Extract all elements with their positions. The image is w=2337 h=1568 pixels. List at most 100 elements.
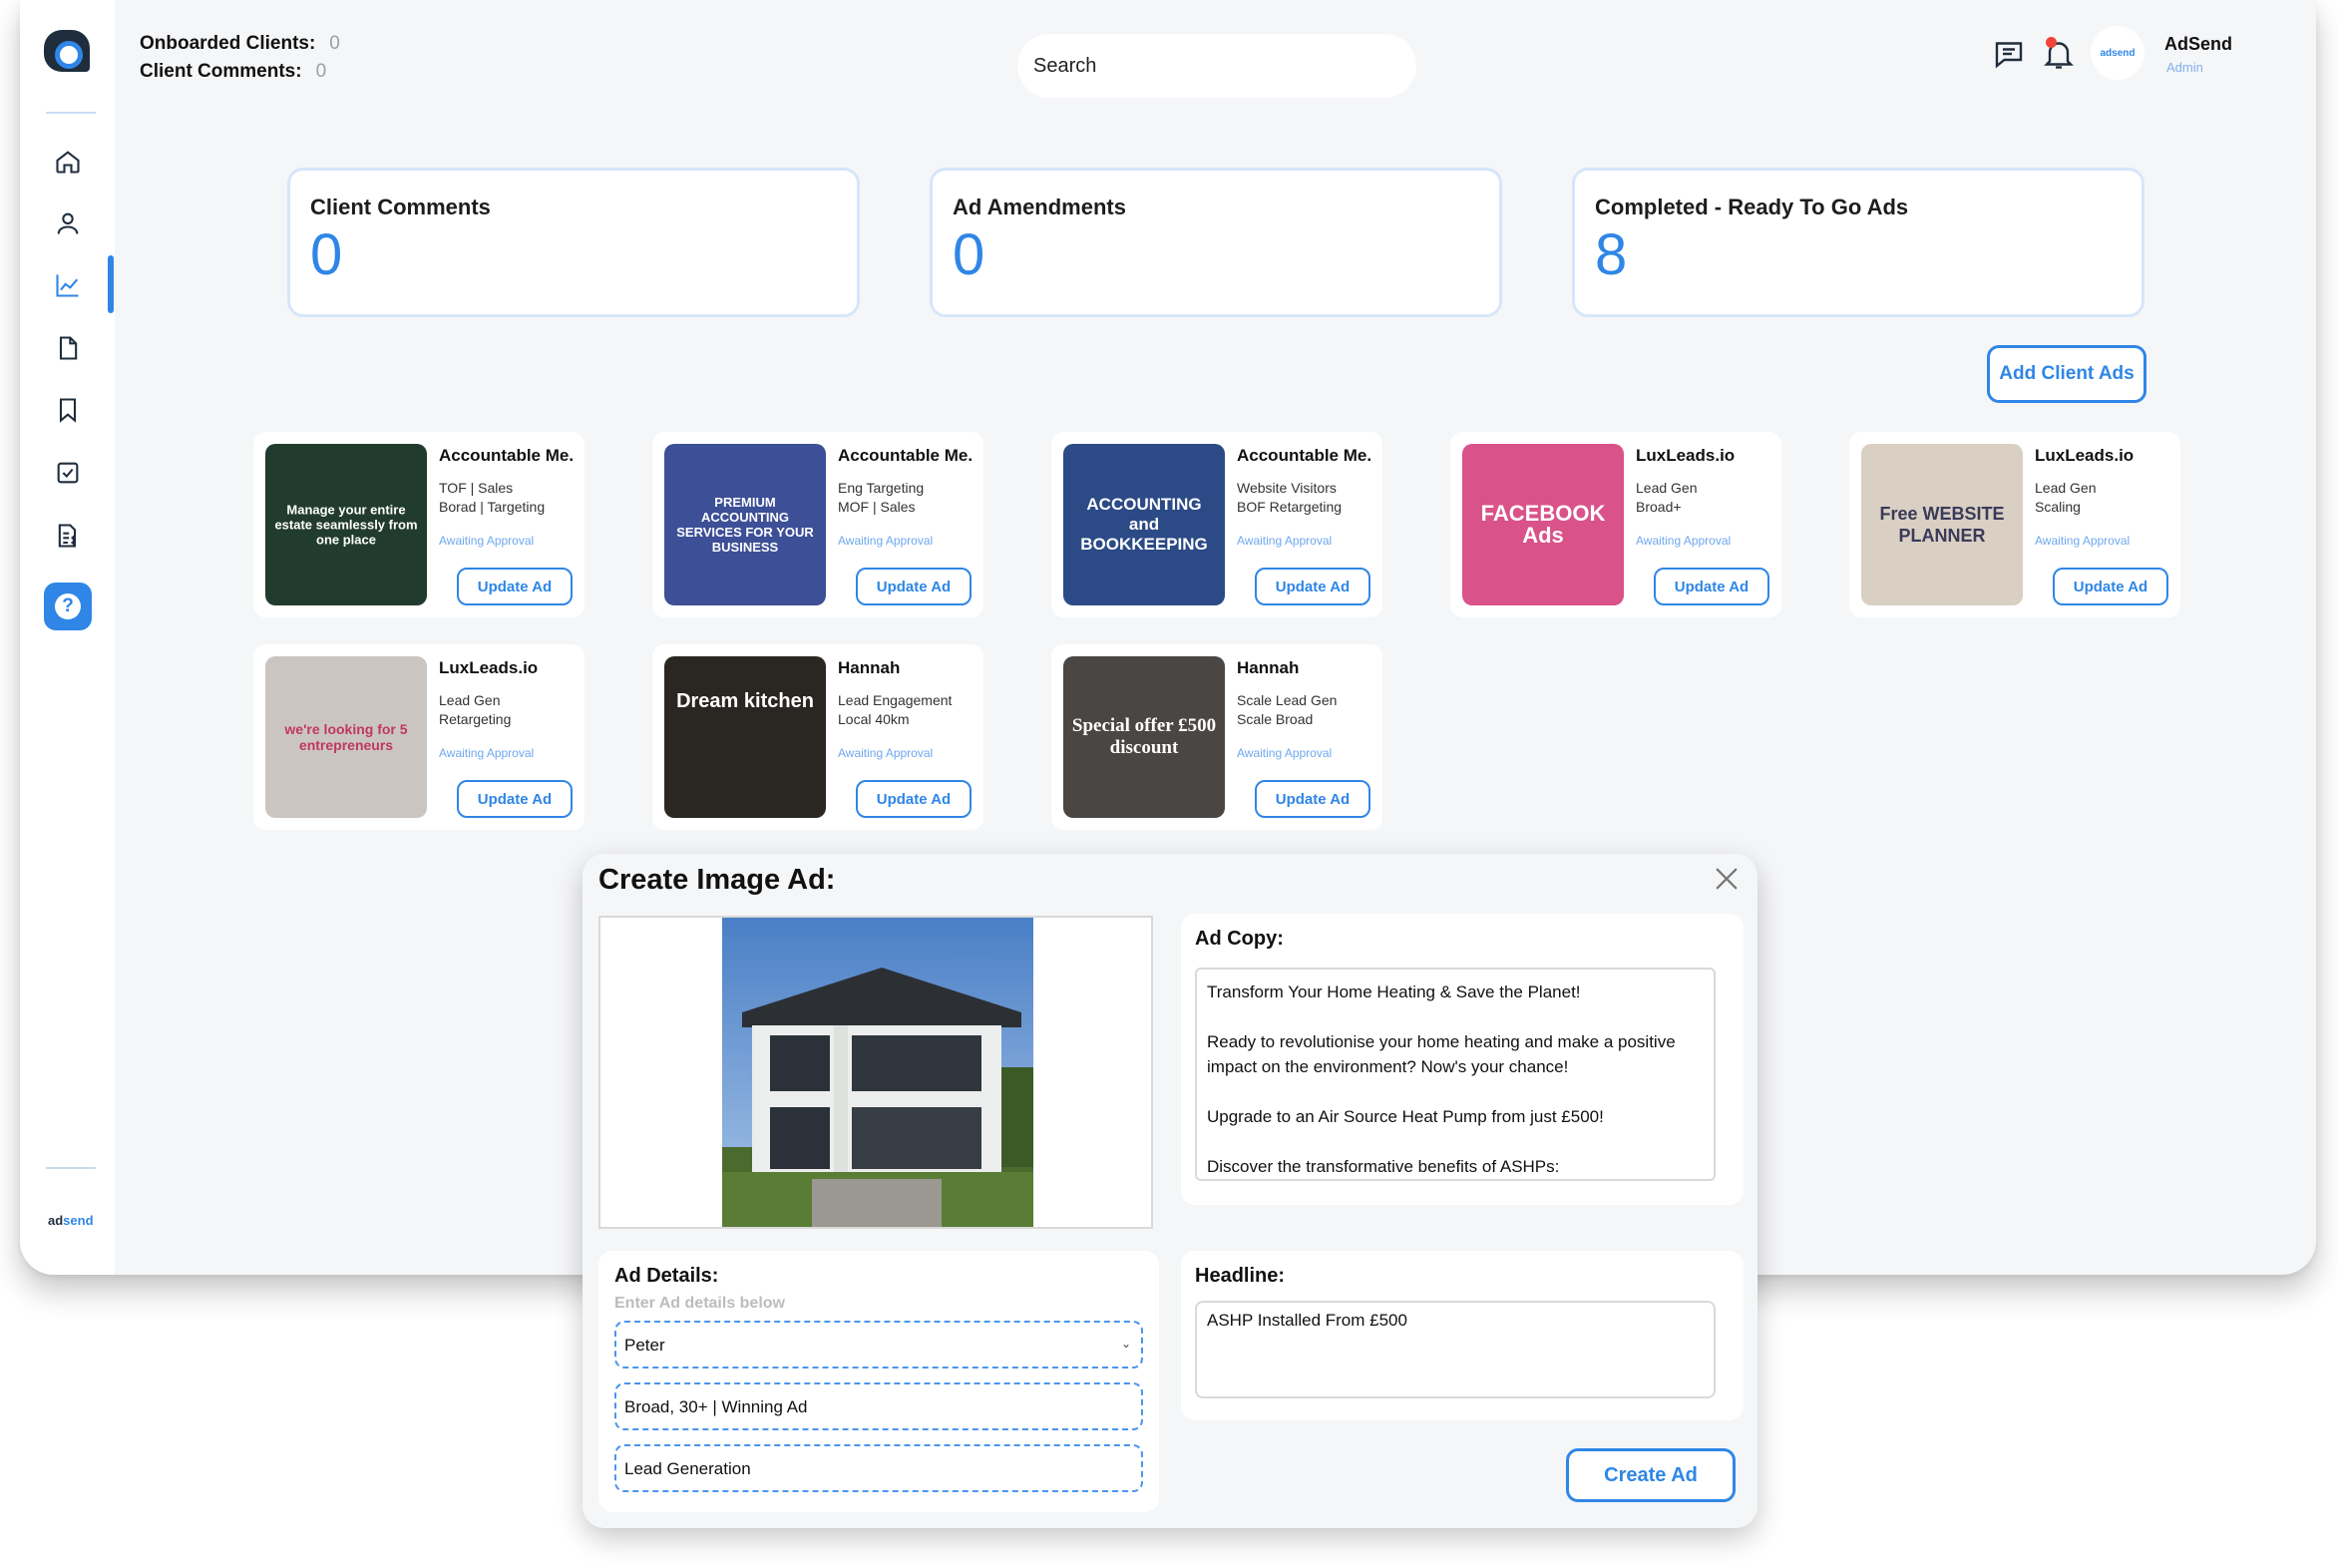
update-ad-button[interactable]: Update Ad (1654, 568, 1769, 605)
avatar[interactable]: adsend (2091, 26, 2144, 80)
onboarded-label: Onboarded Clients: (140, 33, 316, 54)
chevron-down-icon: ⌄ (1120, 1337, 1131, 1351)
user-name: AdSend (2164, 34, 2233, 54)
checkbox-icon[interactable] (48, 453, 88, 493)
ad-targeting-line: Broad+ (1636, 499, 1682, 515)
brand-prefix: ad (48, 1213, 64, 1228)
home-icon[interactable] (48, 142, 88, 182)
headline-panel: Headline: ASHP Installed From £500 (1181, 1251, 1744, 1420)
sidebar-divider (46, 1167, 96, 1169)
ad-targeting-line: Scaling (2035, 499, 2081, 515)
headline-input[interactable]: ASHP Installed From £500 (1195, 1301, 1716, 1398)
sidebar-brand: adsend (48, 1213, 94, 1228)
ad-client-name: LuxLeads.io (439, 658, 539, 677)
ad-targeting-line: Lead Gen (439, 692, 501, 708)
sidebar: ? adsend (20, 0, 115, 1275)
client-comments-stat: Client Comments: 0 (140, 58, 340, 86)
create-ad-button[interactable]: Create Ad (1566, 1448, 1736, 1502)
ad-status: Awaiting Approval (1237, 534, 1333, 548)
modal-title: Create Image Ad: (598, 864, 836, 896)
ad-client-name: Hannah (1237, 658, 1300, 677)
update-ad-button[interactable]: Update Ad (856, 780, 972, 818)
ad-status: Awaiting Approval (1636, 534, 1732, 548)
ad-targeting-line: Scale Broad (1237, 711, 1314, 727)
stat-value: 0 (953, 222, 985, 287)
stat-value: 0 (310, 222, 343, 287)
ad-card: ACCOUNTING and BOOKKEEPING Accountable M… (1051, 432, 1382, 617)
ad-thumbnail[interactable]: Free WEBSITE PLANNER (1861, 444, 2023, 605)
ad-card: we're looking for 5 entrepreneurs LuxLea… (253, 644, 584, 830)
update-ad-button[interactable]: Update Ad (2053, 568, 2168, 605)
ad-card: Special offer £500 discount Hannah Scale… (1051, 644, 1382, 830)
ad-card: PREMIUM ACCOUNTING SERVICES FOR YOUR BUS… (652, 432, 983, 617)
thumb-text: we're looking for 5 entrepreneurs (284, 721, 408, 753)
ad-targeting-line: Lead Gen (2035, 480, 2097, 496)
ad-targeting-line: Retargeting (439, 711, 512, 727)
app-logo[interactable] (44, 30, 90, 72)
update-ad-button[interactable]: Update Ad (856, 568, 972, 605)
update-ad-button[interactable]: Update Ad (457, 780, 573, 818)
close-icon[interactable] (1710, 862, 1744, 896)
ad-copy-paragraph: Ready to revolutionise your home heating… (1207, 1032, 1676, 1076)
brand-suffix: send (63, 1213, 94, 1228)
analytics-icon[interactable] (48, 265, 88, 305)
thumb-text: FACEBOOK Ads (1480, 501, 1606, 548)
message-icon[interactable] (1991, 36, 2027, 72)
search-input[interactable]: Search (1017, 34, 1416, 98)
stat-title: Ad Amendments (953, 195, 1126, 219)
thumb-text: Manage your entire estate seamlessly fro… (274, 502, 418, 548)
ad-targeting-line: Eng Targeting (838, 480, 925, 496)
thumb-text: ACCOUNTING and BOOKKEEPING (1080, 495, 1208, 554)
document-icon[interactable] (48, 328, 88, 368)
user-icon[interactable] (48, 203, 88, 243)
update-ad-button[interactable]: Update Ad (1255, 780, 1370, 818)
objective-field[interactable]: Lead Generation (614, 1444, 1143, 1492)
onboarded-clients-stat: Onboarded Clients: 0 (140, 30, 340, 58)
headline-label: Headline: (1195, 1265, 1286, 1287)
ad-thumbnail[interactable]: ACCOUNTING and BOOKKEEPING (1063, 444, 1225, 605)
ad-thumbnail[interactable]: PREMIUM ACCOUNTING SERVICES FOR YOUR BUS… (664, 444, 826, 605)
create-image-ad-modal: Create Image Ad: Ad Copy: Transform Your… (583, 854, 1757, 1528)
ad-thumbnail[interactable]: FACEBOOK Ads (1462, 444, 1624, 605)
ad-targeting-line: Borad | Targeting (439, 499, 546, 515)
ad-targeting-line: Lead Engagement (838, 692, 953, 708)
house-image (722, 918, 1033, 1227)
ad-targeting-line: Website Visitors (1237, 480, 1337, 496)
update-ad-button[interactable]: Update Ad (457, 568, 573, 605)
ad-copy-textarea[interactable]: Transform Your Home Heating & Save the P… (1195, 968, 1716, 1181)
client-select[interactable]: Peter ⌄ (614, 1321, 1143, 1369)
ad-client-name: Accountable Me. (838, 446, 974, 465)
ad-copy-panel: Ad Copy: Transform Your Home Heating & S… (1181, 914, 1744, 1205)
ad-thumbnail[interactable]: Manage your entire estate seamlessly fro… (265, 444, 427, 605)
ad-targeting-line: Local 40km (838, 711, 910, 727)
ad-client-name: Accountable Me. (439, 446, 575, 465)
thumb-text: Special offer £500 discount (1071, 715, 1217, 758)
add-client-ads-button[interactable]: Add Client Ads (1987, 345, 2146, 403)
ad-card: Manage your entire estate seamlessly fro… (253, 432, 584, 617)
invoice-icon[interactable] (48, 516, 88, 556)
sidebar-divider (46, 112, 96, 114)
ad-client-name: LuxLeads.io (2035, 446, 2135, 465)
ad-status: Awaiting Approval (1237, 746, 1333, 760)
comments-value: 0 (315, 61, 327, 82)
stat-card-ad-amendments: Ad Amendments 0 (930, 168, 1502, 317)
notification-dot (2046, 37, 2057, 48)
audience-field[interactable]: Broad, 30+ | Winning Ad (614, 1382, 1143, 1430)
help-button[interactable]: ? (44, 583, 92, 630)
onboarded-value: 0 (329, 33, 340, 54)
client-select-value: Peter (624, 1336, 665, 1355)
thumb-text: Dream kitchen (676, 690, 814, 713)
ad-copy-label: Ad Copy: (1195, 928, 1284, 950)
stat-title: Client Comments (310, 195, 491, 219)
update-ad-button[interactable]: Update Ad (1255, 568, 1370, 605)
ad-thumbnail[interactable]: we're looking for 5 entrepreneurs (265, 656, 427, 818)
ad-status: Awaiting Approval (838, 746, 934, 760)
ad-status: Awaiting Approval (439, 746, 535, 760)
ad-details-hint: Enter Ad details below (614, 1295, 785, 1312)
ad-client-name: Accountable Me. (1237, 446, 1372, 465)
ad-thumbnail[interactable]: Special offer £500 discount (1063, 656, 1225, 818)
bookmark-icon[interactable] (48, 390, 88, 430)
ad-thumbnail[interactable]: Dream kitchen (664, 656, 826, 818)
ad-image-preview[interactable] (598, 916, 1153, 1229)
help-icon: ? (55, 593, 81, 619)
